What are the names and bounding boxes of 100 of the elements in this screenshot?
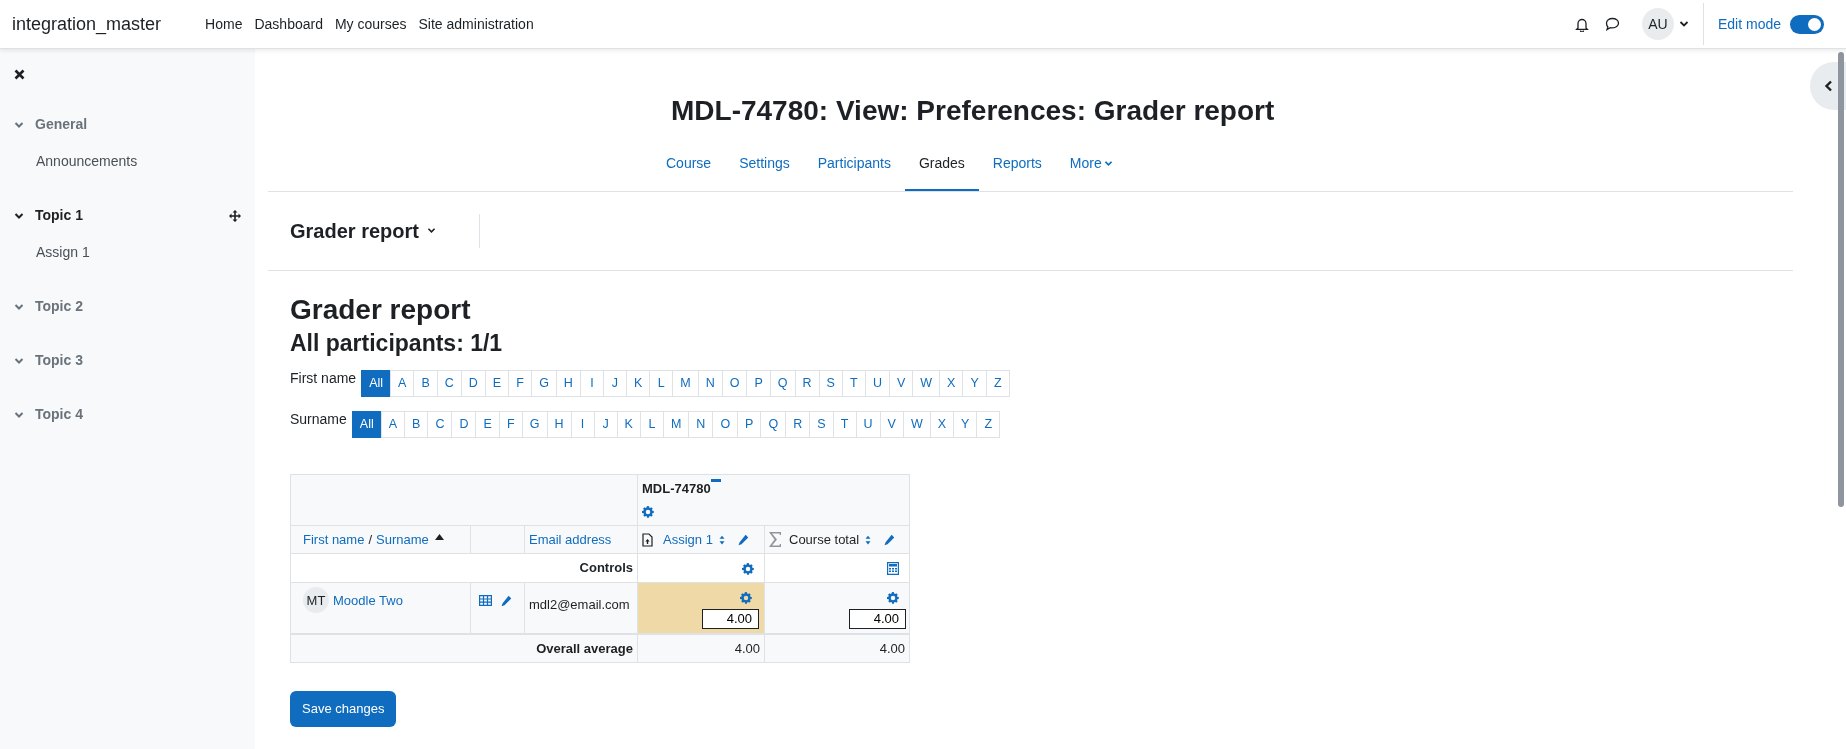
letter-filter[interactable]: J xyxy=(593,410,618,438)
nav-tab[interactable]: More xyxy=(1055,139,1127,191)
letter-filter[interactable]: Q xyxy=(769,369,796,397)
letter-filter[interactable]: B xyxy=(404,410,429,438)
move-icon[interactable] xyxy=(229,209,241,222)
letter-filter[interactable]: X xyxy=(939,369,964,397)
letter-filter[interactable]: H xyxy=(546,410,572,438)
nav-tab[interactable]: Reports xyxy=(978,139,1056,191)
letter-filter[interactable]: O xyxy=(712,410,739,438)
section-title[interactable]: General xyxy=(35,114,241,135)
table-icon[interactable] xyxy=(479,595,492,607)
settings-icon[interactable] xyxy=(887,591,899,604)
letter-filter[interactable]: J xyxy=(602,369,627,397)
letter-filter[interactable]: A xyxy=(390,369,415,397)
row-label: Controls xyxy=(579,560,633,576)
letter-filter[interactable]: U xyxy=(855,410,881,438)
edit-mode-toggle[interactable] xyxy=(1790,14,1824,34)
letter-filter[interactable]: W xyxy=(912,369,941,397)
section-title[interactable]: Topic 1 xyxy=(35,205,229,226)
nav-link[interactable]: Home xyxy=(199,13,249,35)
letter-filter[interactable]: B xyxy=(413,369,438,397)
letter-filter[interactable]: C xyxy=(427,410,453,438)
letter-filter[interactable]: G xyxy=(521,410,548,438)
calculator-icon[interactable] xyxy=(887,562,899,576)
letter-filter[interactable]: K xyxy=(616,410,641,438)
letter-filter[interactable]: S xyxy=(818,369,843,397)
nav-tab[interactable]: Settings xyxy=(725,139,804,191)
nav-tab[interactable]: Course xyxy=(652,139,726,191)
letter-filter[interactable]: L xyxy=(639,410,664,438)
letter-filter[interactable]: Q xyxy=(760,410,787,438)
letter-filter[interactable]: T xyxy=(841,369,866,397)
settings-icon[interactable] xyxy=(740,591,752,604)
caret-icon xyxy=(1103,160,1113,168)
notification-bell-icon[interactable] xyxy=(1574,16,1589,32)
letter-filter[interactable]: Y xyxy=(953,410,978,438)
letter-filter[interactable]: C xyxy=(436,369,462,397)
settings-icon[interactable] xyxy=(642,505,654,518)
collapse-icon[interactable] xyxy=(710,478,721,483)
caret-icon[interactable] xyxy=(1678,20,1689,28)
letter-filter[interactable]: D xyxy=(451,410,477,438)
letter-filter[interactable]: E xyxy=(475,410,500,438)
letter-filter[interactable]: U xyxy=(864,369,890,397)
nav-link[interactable]: Site administration xyxy=(412,13,540,35)
letter-filter[interactable]: P xyxy=(746,369,771,397)
section-title[interactable]: Topic 2 xyxy=(35,296,241,317)
close-icon[interactable] xyxy=(14,68,25,80)
letter-filter[interactable]: W xyxy=(902,410,931,438)
site-name[interactable]: integration_master xyxy=(12,10,162,38)
letter-filter[interactable]: V xyxy=(879,410,904,438)
letter-filter[interactable]: O xyxy=(721,369,748,397)
letter-filter[interactable]: All xyxy=(351,410,382,438)
letter-filter[interactable]: T xyxy=(832,410,857,438)
user-avatar: MT xyxy=(303,587,329,614)
average-value: 4.00 xyxy=(734,640,760,656)
save-changes-button[interactable]: Save changes xyxy=(290,691,397,727)
settings-icon[interactable] xyxy=(742,562,754,575)
filter-label: Surname xyxy=(290,409,347,429)
activity-link[interactable]: Announcements xyxy=(14,151,138,172)
nav-tab[interactable]: Participants xyxy=(803,139,905,191)
sigma-icon xyxy=(769,532,781,548)
sort-link[interactable]: First name xyxy=(303,531,365,547)
letter-filter[interactable]: F xyxy=(508,369,533,397)
edit-icon[interactable] xyxy=(736,533,749,546)
letter-filter[interactable]: Y xyxy=(962,369,987,397)
letter-filter[interactable]: Z xyxy=(985,369,1010,397)
letter-filter[interactable]: H xyxy=(555,369,581,397)
letter-filter[interactable]: D xyxy=(460,369,486,397)
participants-count: All participants: 1/1 xyxy=(290,330,503,358)
section-title[interactable]: Topic 4 xyxy=(35,404,241,425)
letter-filter[interactable]: R xyxy=(794,369,820,397)
letter-filter[interactable]: L xyxy=(649,369,674,397)
letter-filter[interactable]: I xyxy=(579,369,604,397)
scrollbar-thumb[interactable] xyxy=(1838,52,1844,507)
edit-icon[interactable] xyxy=(500,595,512,608)
nav-link[interactable]: My courses xyxy=(328,13,413,35)
letter-filter[interactable]: P xyxy=(737,410,762,438)
grade-input[interactable]: 4.00 xyxy=(849,608,906,629)
grade-input[interactable]: 4.00 xyxy=(702,608,759,629)
letter-filter[interactable]: F xyxy=(498,410,523,438)
letter-filter[interactable]: All xyxy=(361,369,392,397)
letter-filter[interactable]: S xyxy=(809,410,834,438)
activity-link[interactable]: Assign 1 xyxy=(14,242,90,263)
edit-icon[interactable] xyxy=(883,533,896,546)
sort-link[interactable]: Surname xyxy=(376,531,429,547)
letter-filter[interactable]: N xyxy=(688,410,714,438)
section-title[interactable]: Topic 3 xyxy=(35,350,241,371)
sort-ascending-icon[interactable] xyxy=(434,534,444,541)
user-avatar[interactable]: AU xyxy=(1641,8,1674,40)
letter-filter[interactable]: Z xyxy=(976,410,1001,438)
user-name-link[interactable]: Moodle Two xyxy=(333,591,403,611)
chevron-left-icon xyxy=(1823,80,1833,92)
letter-filter[interactable]: G xyxy=(531,369,557,397)
letter-filter[interactable]: M xyxy=(672,369,699,397)
report-selector[interactable]: Grader report xyxy=(290,215,436,246)
nav-link[interactable]: Dashboard xyxy=(248,13,329,35)
message-bubble-icon[interactable] xyxy=(1604,17,1620,31)
letter-filter[interactable]: I xyxy=(570,410,595,438)
letter-filter[interactable]: R xyxy=(785,410,811,438)
letter-filter[interactable]: N xyxy=(697,369,723,397)
nav-tab[interactable]: Grades xyxy=(904,139,979,191)
